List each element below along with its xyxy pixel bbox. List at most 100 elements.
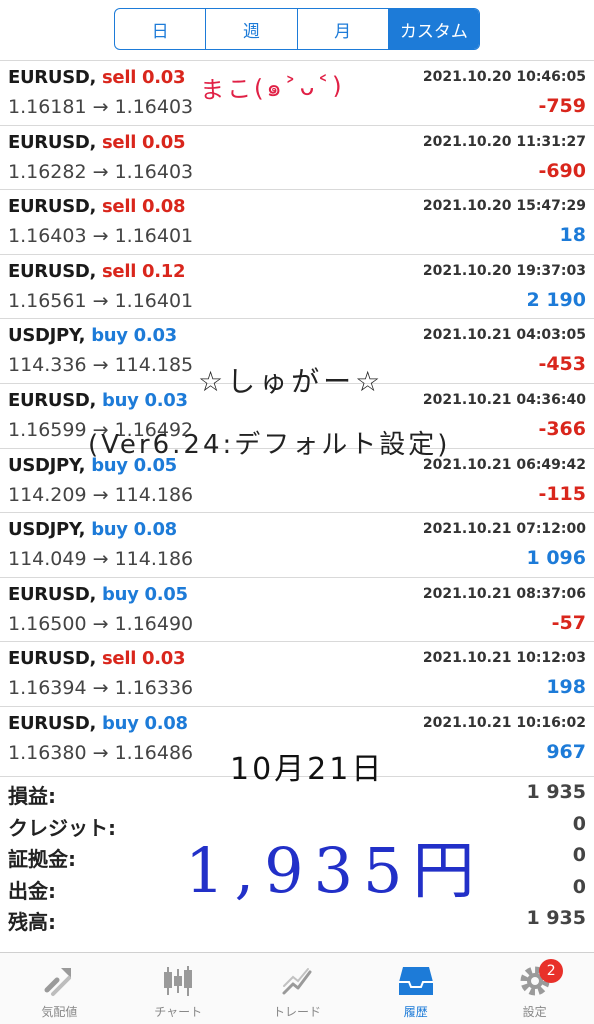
trade-side-volume: buy 0.08 bbox=[91, 519, 177, 541]
trade-row[interactable]: EURUSD, sell 0.03 1.16394 → 1.16336 2021.1… bbox=[0, 641, 594, 706]
tab-custom[interactable]: カスタム bbox=[388, 9, 479, 49]
candlestick-chart-icon bbox=[158, 963, 198, 999]
trade-symbol: EURUSD, sell 0.08 bbox=[8, 196, 186, 218]
currency-pair: USDJPY, bbox=[8, 325, 86, 347]
trade-symbol: EURUSD, buy 0.05 bbox=[8, 584, 188, 605]
trade-time: 2021.10.21 10:12:03 bbox=[422, 650, 586, 667]
summary-value: 0 bbox=[572, 875, 586, 898]
currency-pair: USDJPY, bbox=[8, 519, 86, 541]
tab-trade[interactable]: トレード bbox=[238, 953, 357, 1024]
summary-value: 0 bbox=[572, 844, 586, 866]
handwritten-profit-note: 1,935円 bbox=[185, 834, 485, 907]
trade-symbol: EURUSD, sell 0.03 bbox=[8, 67, 186, 88]
trade-profit: -366 bbox=[538, 417, 586, 440]
trade-time: 2021.10.21 07:12:00 bbox=[422, 521, 586, 538]
trade-prices: 1.16394 → 1.16336 bbox=[8, 677, 194, 700]
trade-profit: -57 bbox=[551, 611, 586, 634]
trade-time: 2021.10.20 19:37:03 bbox=[422, 262, 586, 279]
trade-prices: 1.16181 → 1.16403 bbox=[8, 96, 194, 118]
trade-profit: -115 bbox=[538, 482, 586, 505]
trade-time: 2021.10.21 08:37:06 bbox=[422, 585, 586, 602]
trade-row[interactable]: EURUSD, sell 0.05 1.16282 → 1.16403 2021.1… bbox=[0, 124, 594, 190]
tab-month[interactable]: 月 bbox=[298, 9, 389, 49]
tab-settings[interactable]: 設定 2 bbox=[475, 953, 594, 1024]
trade-side-volume: buy 0.03 bbox=[91, 325, 177, 347]
tab-history[interactable]: 履歴 bbox=[356, 953, 475, 1024]
trade-profit: -690 bbox=[538, 159, 586, 182]
trade-side-volume: buy 0.08 bbox=[102, 712, 188, 734]
trade-profit: 967 bbox=[546, 740, 586, 763]
handwritten-name-note: まこ(๑˃ᴗ˂) bbox=[199, 71, 346, 105]
trade-icon bbox=[277, 963, 317, 999]
trade-symbol: USDJPY, buy 0.08 bbox=[8, 519, 177, 540]
tab-label: 履歴 bbox=[403, 1005, 428, 1019]
currency-pair: EURUSD, bbox=[8, 260, 97, 282]
trade-side-volume: buy 0.03 bbox=[102, 389, 188, 411]
summary-label: 証拠金: bbox=[8, 847, 76, 871]
trade-time: 2021.10.20 10:46:05 bbox=[422, 69, 586, 85]
bottom-tab-bar: 気配値 チャート トレード 履歴 設定 2 bbox=[0, 952, 594, 1024]
summary-label: 損益: bbox=[8, 784, 56, 808]
trade-time: 2021.10.21 04:03:05 bbox=[422, 327, 586, 344]
trade-profit: 2 190 bbox=[526, 288, 587, 311]
summary-label: 残高: bbox=[8, 910, 56, 934]
currency-pair: EURUSD, bbox=[8, 131, 97, 153]
trade-side-volume: sell 0.05 bbox=[102, 131, 186, 153]
trade-side-volume: sell 0.03 bbox=[102, 648, 186, 670]
trade-row[interactable]: EURUSD, sell 0.08 1.16403 → 1.16401 2021.1… bbox=[0, 189, 594, 254]
tab-quotes[interactable]: 気配値 bbox=[0, 953, 119, 1024]
trade-time: 2021.10.21 04:36:40 bbox=[422, 391, 586, 408]
trade-prices: 1.16403 → 1.16401 bbox=[8, 225, 194, 248]
tab-label: 気配値 bbox=[41, 1005, 78, 1019]
trade-prices: 1.16500 → 1.16490 bbox=[8, 612, 194, 635]
trade-profit: -453 bbox=[538, 353, 586, 376]
currency-pair: EURUSD, bbox=[8, 389, 97, 411]
trade-side-volume: sell 0.03 bbox=[102, 67, 186, 88]
trade-symbol: EURUSD, buy 0.08 bbox=[8, 713, 188, 734]
handwritten-version-note: (Ver6.24:デフォルト設定) bbox=[88, 430, 451, 460]
currency-pair: EURUSD, bbox=[8, 583, 97, 605]
trade-time: 2021.10.20 11:31:27 bbox=[422, 133, 586, 150]
tab-label: チャート bbox=[154, 1005, 203, 1019]
tab-day[interactable]: 日 bbox=[115, 9, 207, 49]
quotes-icon bbox=[39, 963, 79, 999]
trade-prices: 1.16282 → 1.16403 bbox=[8, 160, 194, 183]
period-segmented-control: 日 週 月 カスタム bbox=[114, 8, 480, 50]
history-inbox-icon bbox=[396, 963, 436, 999]
trade-prices: 114.049 → 114.186 bbox=[8, 548, 194, 571]
tab-week[interactable]: 週 bbox=[206, 9, 298, 49]
tab-chart[interactable]: チャート bbox=[119, 953, 238, 1024]
summary-value: 1 935 bbox=[526, 781, 587, 803]
currency-pair: USDJPY, bbox=[8, 454, 86, 476]
tab-label: 設定 bbox=[522, 1005, 547, 1019]
trade-symbol: EURUSD, sell 0.03 bbox=[8, 648, 186, 670]
trade-symbol: USDJPY, buy 0.03 bbox=[8, 325, 177, 346]
trade-prices: 1.16380 → 1.16486 bbox=[8, 741, 194, 764]
handwritten-title-note: ☆しゅがー☆ bbox=[198, 365, 385, 398]
trade-row[interactable]: USDJPY, buy 0.08 114.049 → 114.186 2021.10… bbox=[0, 512, 594, 577]
handwritten-date-note: 10月21日 bbox=[230, 752, 385, 787]
summary-label: クレジット: bbox=[8, 815, 116, 840]
summary-value: 1 935 bbox=[526, 907, 587, 929]
trade-symbol: EURUSD, sell 0.12 bbox=[8, 260, 186, 282]
currency-pair: EURUSD, bbox=[8, 67, 97, 88]
trade-time: 2021.10.20 15:47:29 bbox=[422, 198, 586, 215]
trade-symbol: EURUSD, buy 0.03 bbox=[8, 390, 188, 411]
currency-pair: EURUSD, bbox=[8, 196, 97, 218]
trade-time: 2021.10.21 10:16:02 bbox=[422, 714, 586, 731]
trade-row[interactable]: EURUSD, buy 0.05 1.16500 → 1.16490 2021.10… bbox=[0, 576, 594, 642]
trade-prices: 114.209 → 114.186 bbox=[8, 483, 194, 506]
trade-side-volume: sell 0.12 bbox=[102, 260, 186, 282]
trade-prices: 114.336 → 114.185 bbox=[8, 354, 194, 377]
currency-pair: EURUSD, bbox=[8, 648, 97, 670]
trade-profit: 1 096 bbox=[526, 547, 587, 570]
notification-badge: 2 bbox=[539, 959, 564, 983]
trade-side-volume: sell 0.08 bbox=[102, 196, 186, 218]
trade-row[interactable]: EURUSD, sell 0.12 1.16561 → 1.16401 2021.1… bbox=[0, 253, 594, 319]
summary-value: 0 bbox=[572, 812, 586, 835]
trade-side-volume: buy 0.05 bbox=[102, 583, 188, 605]
trade-prices: 1.16561 → 1.16401 bbox=[8, 289, 194, 312]
trade-symbol: EURUSD, sell 0.05 bbox=[8, 131, 186, 153]
period-selector-bar: 日 週 月 カスタム bbox=[0, 8, 594, 52]
summary-label: 出金: bbox=[8, 878, 56, 903]
